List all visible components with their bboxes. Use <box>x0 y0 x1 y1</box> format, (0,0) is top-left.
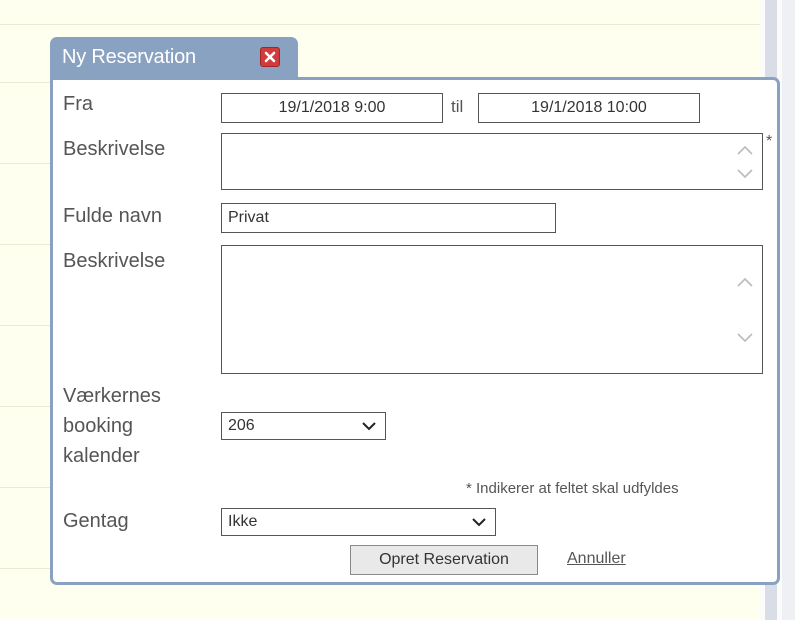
calendar-grid-line <box>0 24 760 25</box>
calendar-side-strip <box>782 0 795 620</box>
required-hint: * Indikerer at feltet skal udfyldes <box>466 480 679 497</box>
description-textarea-2[interactable] <box>221 245 763 374</box>
dialog-title-tab: Ny Reservation <box>50 37 298 79</box>
close-icon <box>264 51 276 63</box>
scroll-down-icon[interactable] <box>736 168 754 180</box>
create-reservation-button[interactable]: Opret Reservation <box>350 545 538 575</box>
full-name-label: Fulde navn <box>63 205 162 227</box>
calendar-label-line3: kalender <box>63 445 140 467</box>
to-label: til <box>451 97 464 116</box>
scroll-up-icon[interactable] <box>736 144 754 156</box>
calendar-label-line2: booking <box>63 415 134 437</box>
calendar-label-line1: Værkernes <box>63 385 161 407</box>
chevron-down-icon <box>472 518 486 527</box>
description-label-2: Beskrivelse <box>63 250 166 272</box>
repeat-select-value: Ikke <box>228 513 258 530</box>
repeat-select[interactable]: Ikke <box>221 508 496 536</box>
description-label: Beskrivelse <box>63 138 166 160</box>
cancel-link[interactable]: Annuller <box>567 550 626 568</box>
calendar-select[interactable]: 206 <box>221 412 386 440</box>
from-label: Fra <box>63 93 93 115</box>
from-datetime-input[interactable]: 19/1/2018 9:00 <box>221 93 443 123</box>
scroll-down-icon[interactable] <box>736 332 754 344</box>
description-textarea[interactable] <box>221 133 763 190</box>
scroll-up-icon[interactable] <box>736 276 754 288</box>
full-name-input[interactable]: Privat <box>221 203 556 233</box>
repeat-label: Gentag <box>63 510 129 532</box>
chevron-down-icon <box>362 422 376 431</box>
required-star: * <box>766 133 773 150</box>
dialog-title: Ny Reservation <box>62 46 196 68</box>
close-button[interactable] <box>260 47 280 67</box>
to-datetime-input[interactable]: 19/1/2018 10:00 <box>478 93 700 123</box>
calendar-select-value: 206 <box>228 417 255 434</box>
